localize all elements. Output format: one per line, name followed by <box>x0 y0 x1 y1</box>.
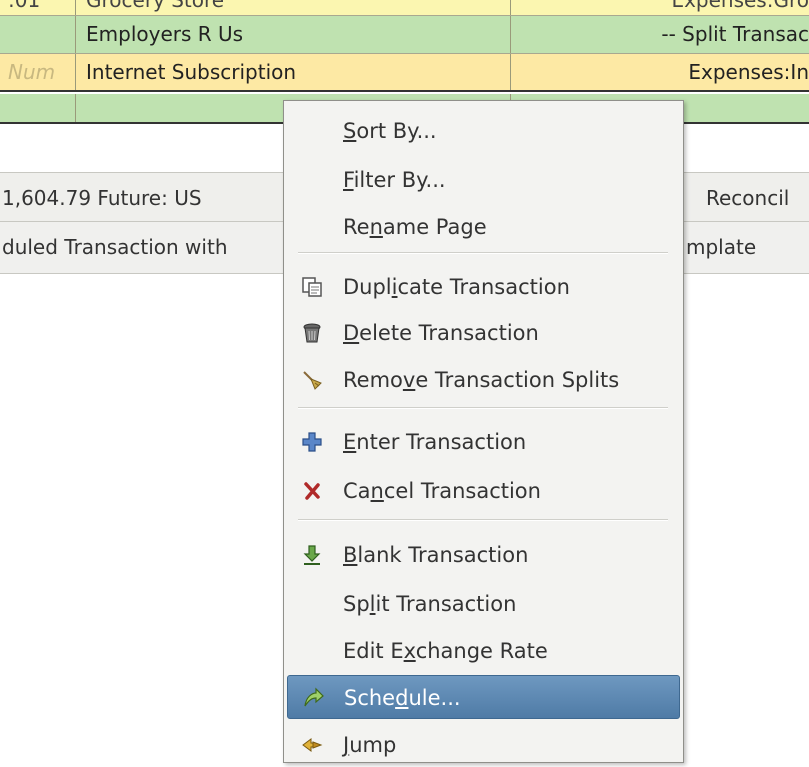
menu-item-rename-page[interactable]: Rename Page <box>287 205 680 249</box>
transfer-cell[interactable]: -- Split Transac <box>515 16 809 53</box>
menu-item-split-transaction[interactable]: Split Transaction <box>287 582 680 626</box>
menu-item-label: Jump <box>343 733 397 757</box>
menu-item-blank-transaction[interactable]: Blank Transaction <box>287 533 680 577</box>
menu-item-label: Split Transaction <box>343 592 517 616</box>
table-row[interactable]: :01 Grocery Store Expenses:Gro <box>0 0 809 16</box>
menu-item-label: Edit Exchange Rate <box>343 639 548 663</box>
menu-item-label: Duplicate Transaction <box>343 275 570 299</box>
broom-icon <box>301 369 323 391</box>
menu-separator <box>298 252 668 254</box>
menu-item-label: Cancel Transaction <box>343 479 541 503</box>
menu-item-duplicate-transaction[interactable]: Duplicate Transaction <box>287 265 680 309</box>
duplicate-icon <box>301 276 323 298</box>
menu-item-label: Sort By... <box>343 119 437 143</box>
status-right-text: mplate <box>686 235 757 259</box>
menu-item-label: Remove Transaction Splits <box>343 368 620 392</box>
menu-item-label: Blank Transaction <box>343 543 529 567</box>
schedule-arrow-icon <box>302 687 324 709</box>
menu-separator <box>298 519 668 521</box>
num-cell[interactable]: :01 <box>8 0 68 16</box>
jump-arrow-icon <box>301 734 323 756</box>
menu-item-label: Enter Transaction <box>343 430 527 454</box>
summary-left-text: 1,604.79 Future: US <box>2 186 202 210</box>
menu-item-enter-transaction[interactable]: Enter Transaction <box>287 420 680 464</box>
menu-item-label: Filter By... <box>343 168 446 192</box>
description-cell[interactable]: Internet Subscription <box>86 54 506 90</box>
status-left-text: duled Transaction with <box>2 235 228 259</box>
summary-right-text: Reconcil <box>706 186 790 210</box>
context-menu: Sort By... Filter By... Rename Page Dupl… <box>283 100 684 763</box>
down-arrow-icon <box>301 544 323 566</box>
num-cell[interactable]: Num <box>8 54 68 90</box>
menu-separator <box>298 407 668 409</box>
menu-item-schedule[interactable]: Schedule... <box>287 675 680 719</box>
menu-item-label: Rename Page <box>343 215 487 239</box>
menu-item-cancel-transaction[interactable]: Cancel Transaction <box>287 469 680 513</box>
table-row[interactable]: Num Internet Subscription Expenses:In <box>0 54 809 92</box>
menu-item-delete-transaction[interactable]: Delete Transaction <box>287 311 680 355</box>
description-cell[interactable]: Grocery Store <box>86 0 506 16</box>
transfer-cell[interactable]: Expenses:Gro <box>515 0 809 16</box>
trash-can-icon <box>301 322 323 344</box>
plus-icon <box>301 431 323 453</box>
num-cell[interactable] <box>8 16 68 53</box>
table-row[interactable]: Employers R Us -- Split Transac <box>0 16 809 54</box>
x-mark-icon <box>301 480 323 502</box>
menu-item-filter-by[interactable]: Filter By... <box>287 158 680 202</box>
menu-item-jump[interactable]: Jump <box>287 723 680 767</box>
menu-item-label: Delete Transaction <box>343 321 539 345</box>
menu-item-label: Schedule... <box>344 686 461 710</box>
transfer-cell[interactable]: Expenses:In <box>515 54 809 90</box>
menu-item-sort-by[interactable]: Sort By... <box>287 109 680 153</box>
menu-item-edit-exchange-rate[interactable]: Edit Exchange Rate <box>287 629 680 673</box>
description-cell[interactable]: Employers R Us <box>86 16 506 53</box>
menu-item-remove-transaction-splits[interactable]: Remove Transaction Splits <box>287 358 680 402</box>
